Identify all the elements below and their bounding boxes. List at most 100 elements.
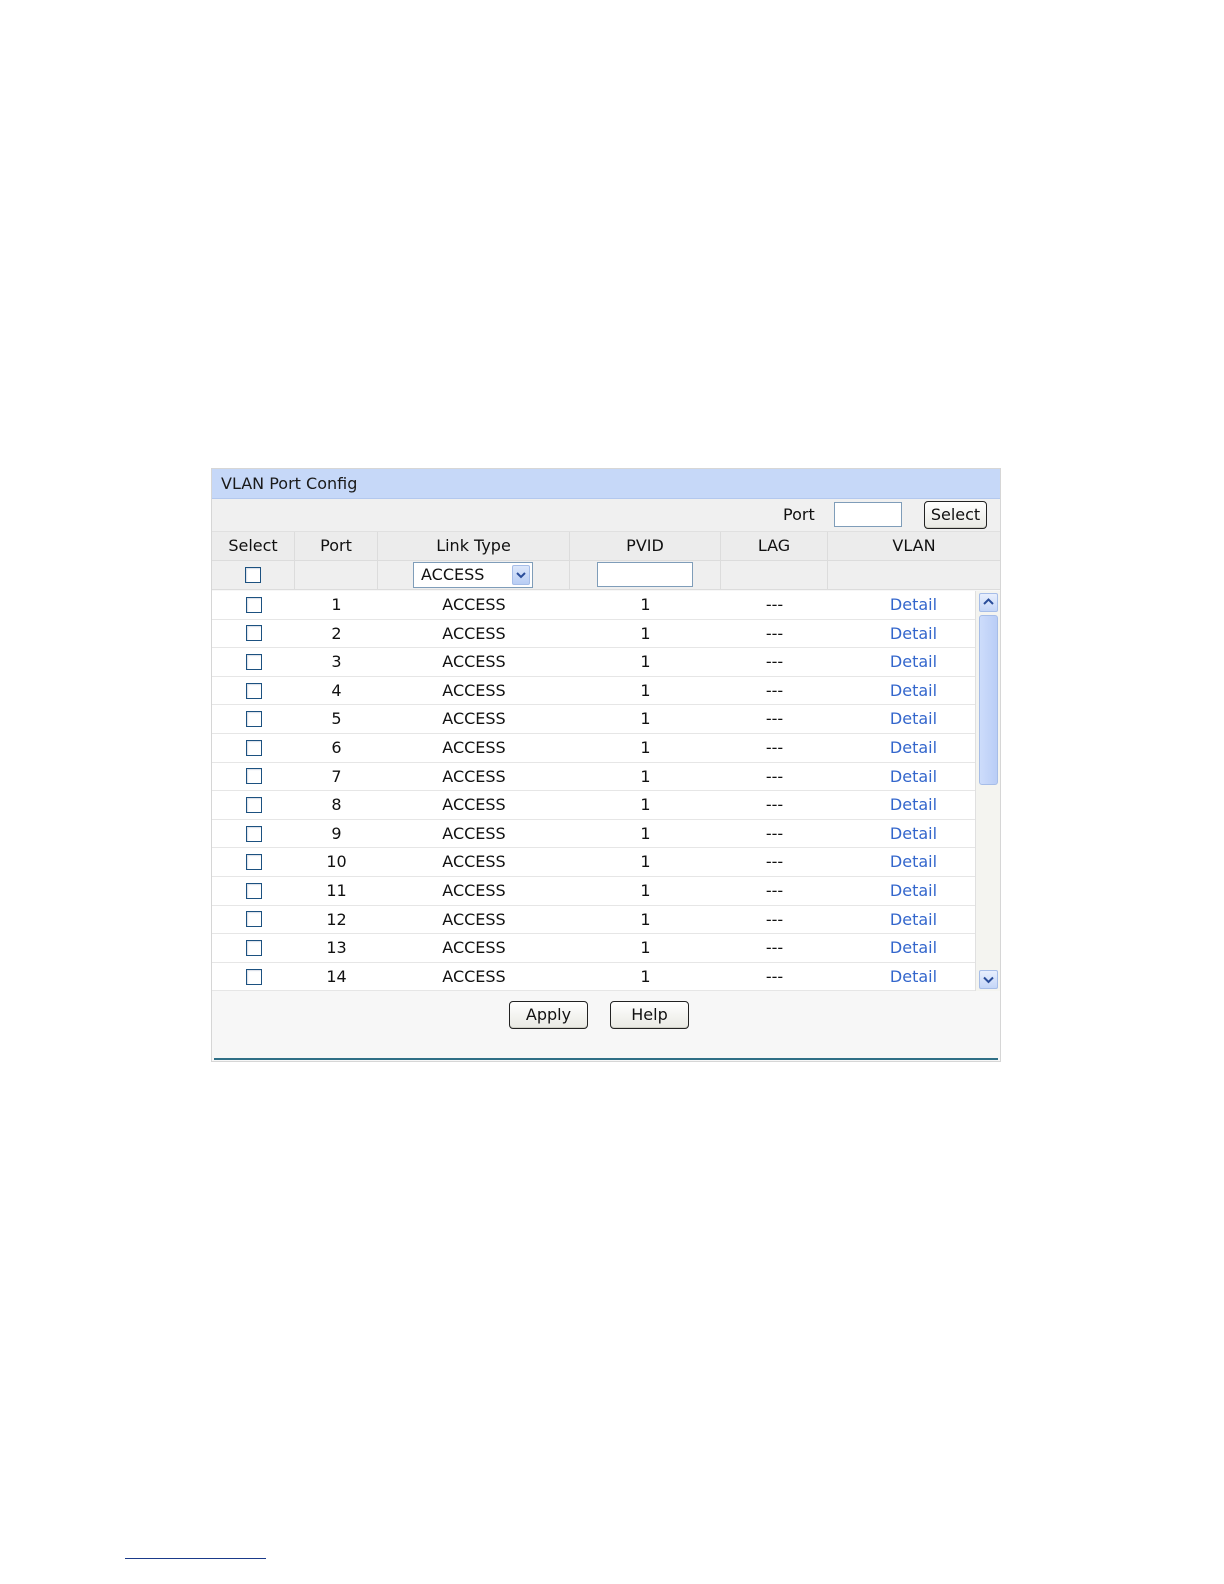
table-row: 7 ACCESS 1 --- Detail xyxy=(212,762,975,792)
select-all-checkbox[interactable] xyxy=(245,567,261,583)
chevron-down-icon[interactable] xyxy=(512,565,530,585)
vlan-detail-link[interactable]: Detail xyxy=(890,624,937,643)
row-select-checkbox[interactable] xyxy=(245,796,262,813)
row-select-checkbox[interactable] xyxy=(245,625,262,642)
port-search-input[interactable] xyxy=(834,502,902,527)
row-port: 12 xyxy=(326,909,347,929)
vlan-detail-link[interactable]: Detail xyxy=(890,795,937,814)
row-link-type: ACCESS xyxy=(442,766,506,786)
port-rows: 1 ACCESS 1 --- Detail 2 ACCESS 1 --- Detail 3 ACCES… xyxy=(212,591,975,991)
pvid-input[interactable] xyxy=(597,562,693,587)
row-pvid: 1 xyxy=(640,595,651,614)
table-row: 9 ACCESS 1 --- Detail xyxy=(212,819,975,849)
row-link-type: ACCESS xyxy=(442,966,506,986)
row-select-checkbox[interactable] xyxy=(245,911,262,928)
row-lag: --- xyxy=(765,823,784,843)
row-select-checkbox[interactable] xyxy=(245,653,262,670)
row-link-type: ACCESS xyxy=(442,795,506,815)
port-search-label: Port xyxy=(783,505,815,524)
row-select-checkbox[interactable] xyxy=(245,682,262,699)
row-port: 13 xyxy=(326,938,347,958)
vlan-detail-link[interactable]: Detail xyxy=(890,967,937,986)
row-pvid: 1 xyxy=(640,680,651,700)
apply-button[interactable]: Apply xyxy=(509,1001,588,1029)
column-header-pvid: PVID xyxy=(570,532,721,560)
vlan-detail-link[interactable]: Detail xyxy=(890,738,937,757)
help-button[interactable]: Help xyxy=(610,1001,689,1029)
row-pvid: 1 xyxy=(640,938,651,958)
row-port: 14 xyxy=(326,966,347,986)
vlan-detail-link[interactable]: Detail xyxy=(890,681,937,700)
row-lag: --- xyxy=(765,795,784,815)
table-row: 12 ACCESS 1 --- Detail xyxy=(212,905,975,935)
scroll-down-icon[interactable] xyxy=(979,970,998,989)
row-link-type: ACCESS xyxy=(442,737,506,757)
vlan-detail-link[interactable]: Detail xyxy=(890,824,937,843)
row-pvid: 1 xyxy=(640,652,651,672)
vlan-detail-link[interactable]: Detail xyxy=(890,767,937,786)
column-header-select: Select xyxy=(212,532,295,560)
row-select-checkbox[interactable] xyxy=(245,882,262,899)
row-lag: --- xyxy=(765,680,784,700)
column-header-lag: LAG xyxy=(721,532,828,560)
row-lag: --- xyxy=(765,880,784,900)
vertical-scrollbar[interactable] xyxy=(975,591,1000,991)
row-lag: --- xyxy=(765,852,784,872)
row-lag: --- xyxy=(765,737,784,757)
row-pvid: 1 xyxy=(640,880,651,900)
row-select-checkbox[interactable] xyxy=(245,596,262,613)
link-type-dropdown-value: ACCESS xyxy=(421,565,485,584)
row-port: 11 xyxy=(326,880,347,900)
vlan-detail-link[interactable]: Detail xyxy=(890,881,937,900)
vlan-detail-link[interactable]: Detail xyxy=(890,709,937,728)
row-lag: --- xyxy=(765,623,784,643)
table-row: 3 ACCESS 1 --- Detail xyxy=(212,648,975,677)
vlan-detail-link[interactable]: Detail xyxy=(890,852,937,871)
row-link-type: ACCESS xyxy=(442,823,506,843)
vlan-detail-link[interactable]: Detail xyxy=(890,652,937,671)
row-pvid: 1 xyxy=(640,823,651,843)
panel-title: VLAN Port Config xyxy=(212,469,1000,499)
row-select-checkbox[interactable] xyxy=(245,711,262,728)
vlan-detail-link[interactable]: Detail xyxy=(890,910,937,929)
row-port: 1 xyxy=(331,595,342,614)
row-port: 9 xyxy=(331,823,342,843)
table-row: 10 ACCESS 1 --- Detail xyxy=(212,848,975,877)
row-port: 2 xyxy=(331,623,342,643)
row-port: 3 xyxy=(331,652,342,672)
row-pvid: 1 xyxy=(640,623,651,643)
row-pvid: 1 xyxy=(640,709,651,729)
column-header-link-type: Link Type xyxy=(378,532,570,560)
row-select-checkbox[interactable] xyxy=(245,968,262,985)
scrollbar-thumb[interactable] xyxy=(979,615,998,785)
table-row: 11 ACCESS 1 --- Detail xyxy=(212,876,975,906)
table-row: 1 ACCESS 1 --- Detail xyxy=(212,591,975,620)
table-row: 2 ACCESS 1 --- Detail xyxy=(212,619,975,649)
row-pvid: 1 xyxy=(640,795,651,815)
row-port: 6 xyxy=(331,737,342,757)
row-select-checkbox[interactable] xyxy=(245,939,262,956)
select-button[interactable]: Select xyxy=(924,501,987,529)
row-port: 10 xyxy=(326,852,347,872)
row-pvid: 1 xyxy=(640,766,651,786)
row-lag: --- xyxy=(765,766,784,786)
vlan-detail-link[interactable]: Detail xyxy=(890,595,937,614)
row-select-checkbox[interactable] xyxy=(245,825,262,842)
row-lag: --- xyxy=(765,709,784,729)
row-pvid: 1 xyxy=(640,737,651,757)
row-link-type: ACCESS xyxy=(442,880,506,900)
row-pvid: 1 xyxy=(640,966,651,986)
footnote-rule xyxy=(125,1558,266,1559)
row-link-type: ACCESS xyxy=(442,595,506,614)
link-type-dropdown[interactable]: ACCESS xyxy=(413,562,533,588)
row-lag: --- xyxy=(765,595,784,614)
row-lag: --- xyxy=(765,966,784,986)
vlan-detail-link[interactable]: Detail xyxy=(890,938,937,957)
row-pvid: 1 xyxy=(640,852,651,872)
row-select-checkbox[interactable] xyxy=(245,854,262,871)
row-select-checkbox[interactable] xyxy=(245,768,262,785)
row-select-checkbox[interactable] xyxy=(245,739,262,756)
table-row: 5 ACCESS 1 --- Detail xyxy=(212,705,975,734)
row-port: 8 xyxy=(331,795,342,815)
scroll-up-icon[interactable] xyxy=(979,593,998,612)
